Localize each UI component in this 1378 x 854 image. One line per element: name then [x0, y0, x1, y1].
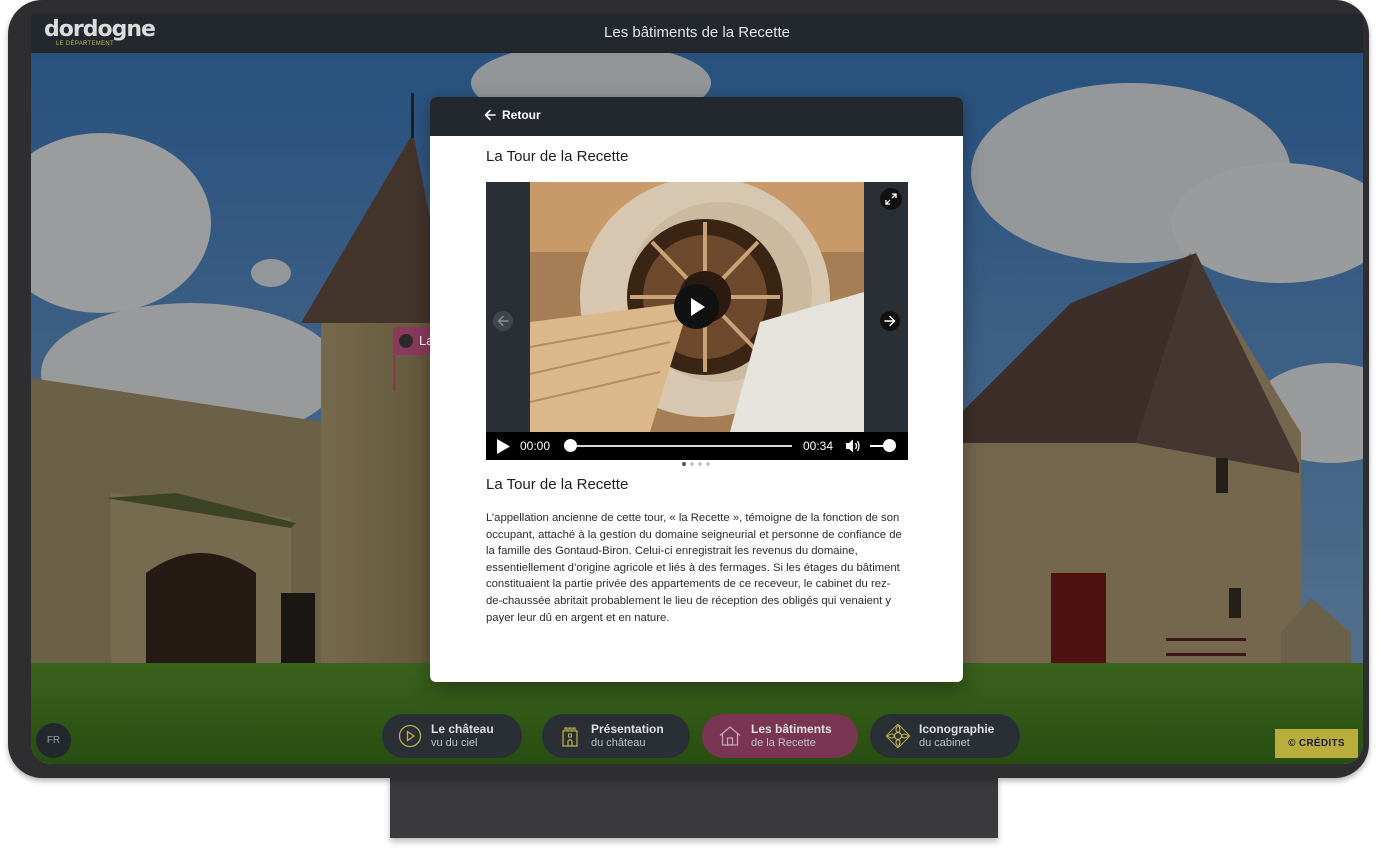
language-switch[interactable]: FR: [36, 723, 71, 758]
nav-tab-presentation[interactable]: Présentation du château: [542, 714, 690, 758]
logo-subtitle: LE DÉPARTEMENT: [56, 41, 114, 47]
previous-slide-button[interactable]: [493, 311, 513, 331]
nav-tab-subtitle: de la Recette: [751, 737, 816, 749]
nav-tab-subtitle: du cabinet: [919, 737, 970, 749]
nav-tab-title: Le château: [431, 722, 494, 736]
house-icon: [719, 726, 741, 746]
slide-dot[interactable]: [682, 462, 686, 466]
screen: dordogne LE DÉPARTEMENT Les bâtiments de…: [31, 14, 1363, 764]
monitor-frame: dordogne LE DÉPARTEMENT Les bâtiments de…: [8, 0, 1369, 778]
current-time: 00:00: [520, 439, 551, 453]
play-button[interactable]: [674, 284, 719, 329]
nav-tab-title: Présentation: [591, 722, 664, 736]
play-icon: [497, 439, 510, 454]
slide-indicators: [682, 462, 710, 466]
modal-header: Retour: [430, 97, 963, 136]
control-play-button[interactable]: [496, 439, 510, 459]
arrow-right-icon: [884, 315, 896, 327]
volume-slider[interactable]: [870, 439, 897, 452]
fullscreen-button[interactable]: [880, 188, 902, 210]
nav-tab-title: Iconographie: [919, 722, 995, 736]
nav-tab-iconographie[interactable]: Iconographie du cabinet: [870, 714, 1020, 758]
slide-dot[interactable]: [698, 462, 702, 466]
modal-title: La Tour de la Recette: [486, 148, 629, 165]
play-circle-icon: [398, 724, 422, 748]
nav-tab-title: Les bâtiments: [751, 722, 832, 736]
arrow-left-icon: [484, 109, 496, 121]
top-bar: dordogne LE DÉPARTEMENT Les bâtiments de…: [31, 14, 1363, 53]
expand-icon: [885, 193, 897, 205]
description-text: L’appellation ancienne de cette tour, « …: [486, 512, 902, 624]
credits-button[interactable]: © CRÉDITS: [1275, 729, 1358, 758]
nav-tab-chateau-ciel[interactable]: Le château vu du ciel: [382, 714, 522, 758]
duration: 00:34: [803, 439, 834, 453]
video-player: 00:00 00:34: [486, 182, 908, 460]
video-controls: 00:00 00:34: [486, 432, 908, 460]
hotspot-pole: [393, 355, 396, 391]
tower-icon: [562, 727, 578, 747]
seek-handle[interactable]: [564, 439, 577, 452]
back-button[interactable]: Retour: [484, 108, 541, 122]
nav-tab-subtitle: du château: [591, 737, 646, 749]
map-hotspot-marker[interactable]: La: [393, 327, 433, 355]
seek-bar[interactable]: [564, 439, 792, 452]
detail-modal: Retour La Tour de la Recette 00:00 00:34…: [430, 97, 963, 682]
slide-dot[interactable]: [706, 462, 710, 466]
mute-button[interactable]: [845, 438, 861, 459]
section-title: La Tour de la Recette: [486, 476, 629, 493]
nav-tab-subtitle: vu du ciel: [431, 737, 478, 749]
next-slide-button[interactable]: [880, 311, 900, 331]
nav-tab-batiments-recette[interactable]: Les bâtiments de la Recette: [702, 714, 858, 758]
speaker-icon: [846, 439, 860, 453]
back-button-label: Retour: [502, 108, 541, 122]
slide-dot[interactable]: [690, 462, 694, 466]
ornament-icon: [886, 724, 910, 748]
play-icon: [690, 297, 705, 316]
volume-handle[interactable]: [883, 439, 897, 452]
monitor-stand: [390, 776, 998, 838]
page-title: Les bâtiments de la Recette: [604, 24, 790, 41]
arrow-left-icon: [497, 315, 509, 327]
hotspot-dot-icon: [399, 334, 413, 348]
